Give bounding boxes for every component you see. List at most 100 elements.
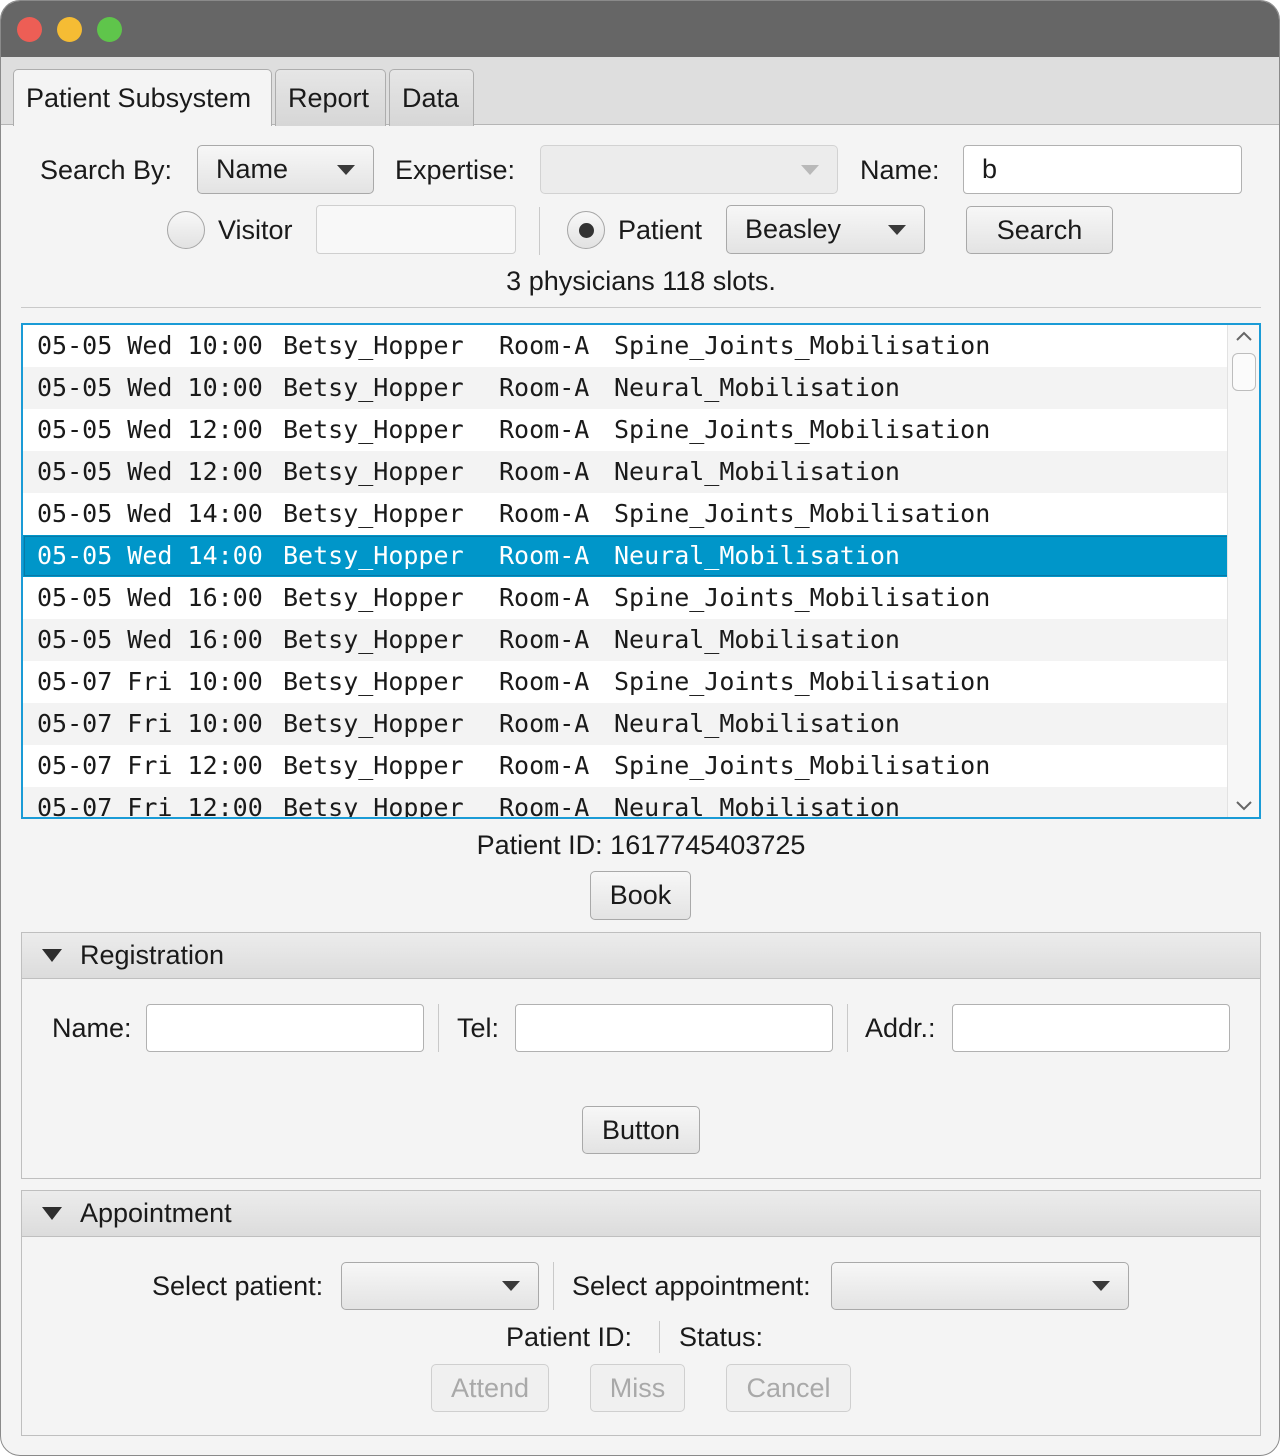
miss-button[interactable]: Miss	[590, 1364, 685, 1412]
select-appointment-dropdown[interactable]	[831, 1262, 1129, 1310]
list-item[interactable]: 05-05 Wed 16:00 Betsy_Hopper Room-A Spine_J…	[23, 577, 1229, 619]
list-item[interactable]: 05-05 Wed 12:00 Betsy_Hopper Room-A Spine_J…	[23, 409, 1229, 451]
list-item[interactable]: 05-05 Wed 14:00 Betsy_Hopper Room-A Spine_J…	[23, 493, 1229, 535]
appointment-patient-id-label: Patient ID:	[506, 1322, 633, 1352]
tab-data[interactable]: Data	[389, 69, 474, 126]
tab-label: Patient Subsystem	[26, 82, 252, 113]
registration-tel-input[interactable]	[515, 1004, 833, 1052]
slot-room: Room-A	[499, 331, 590, 360]
slot-time: 05-07 Fri 10:00	[37, 709, 263, 738]
list-item[interactable]: 05-05 Wed 12:00 Betsy_Hopper Room-A Neural_…	[23, 451, 1229, 493]
tab-report[interactable]: Report	[275, 69, 386, 126]
app-window: Patient Subsystem Report Data Search By:…	[0, 0, 1280, 1456]
patient-select-value: Beasley	[745, 214, 842, 244]
appointment-title: Appointment	[80, 1198, 232, 1228]
slot-room: Room-A	[499, 751, 590, 780]
select-patient-label: Select patient:	[152, 1271, 324, 1301]
minimize-window-button[interactable]	[57, 17, 82, 42]
search-by-label: Search By:	[40, 155, 173, 185]
visitor-input[interactable]	[316, 205, 516, 254]
scroll-down-arrow-icon[interactable]	[1234, 795, 1254, 815]
slot-treatment: Neural_Mobilisation	[614, 625, 900, 654]
patient-select[interactable]: Beasley	[726, 205, 925, 254]
patient-radio[interactable]	[567, 211, 605, 249]
slot-room: Room-A	[499, 457, 590, 486]
cancel-button[interactable]: Cancel	[726, 1364, 851, 1412]
slot-physician: Betsy_Hopper	[283, 583, 464, 612]
title-bar	[1, 1, 1279, 57]
list-item[interactable]: 05-05 Wed 16:00 Betsy_Hopper Room-A Neural_…	[23, 619, 1229, 661]
chevron-down-icon	[337, 164, 355, 175]
close-window-button[interactable]	[17, 17, 42, 42]
registration-header[interactable]: Registration	[22, 933, 1260, 979]
slot-treatment: Spine_Joints_Mobilisation	[614, 751, 991, 780]
name-search-value: b	[982, 154, 998, 184]
slot-treatment: Spine_Joints_Mobilisation	[614, 583, 991, 612]
slot-physician: Betsy_Hopper	[283, 667, 464, 696]
scroll-thumb[interactable]	[1232, 353, 1256, 391]
tab-label: Data	[402, 82, 460, 113]
appointment-header[interactable]: Appointment	[22, 1191, 1260, 1237]
slot-treatment: Spine_Joints_Mobilisation	[614, 667, 991, 696]
registration-addr-input[interactable]	[952, 1004, 1230, 1052]
patient-label: Patient	[618, 215, 703, 245]
tab-patient-subsystem[interactable]: Patient Subsystem	[13, 69, 272, 126]
slot-time: 05-05 Wed 10:00	[37, 331, 263, 360]
slot-room: Room-A	[499, 373, 590, 402]
slot-room: Room-A	[499, 793, 590, 819]
cancel-button-label: Cancel	[746, 1372, 831, 1403]
slot-treatment: Neural_Mobilisation	[614, 373, 900, 402]
registration-submit-button[interactable]: Button	[582, 1106, 700, 1154]
divider	[21, 307, 1261, 308]
registration-name-input[interactable]	[146, 1004, 424, 1052]
list-item[interactable]: 05-05 Wed 10:00 Betsy_Hopper Room-A Neural_…	[23, 367, 1229, 409]
list-scrollbar[interactable]	[1227, 325, 1259, 817]
list-item[interactable]: 05-05 Wed 14:00 Betsy_Hopper Room-A Neural_…	[23, 535, 1229, 577]
chevron-down-icon	[888, 224, 906, 235]
list-item[interactable]: 05-05 Wed 10:00 Betsy_Hopper Room-A Spine_J…	[23, 325, 1229, 367]
search-status-text: 3 physicians 118 slots.	[506, 266, 776, 296]
slot-room: Room-A	[499, 499, 590, 528]
tab-label: Report	[288, 82, 370, 113]
book-button-label: Book	[609, 880, 672, 910]
slot-treatment: Neural_Mobilisation	[614, 457, 900, 486]
list-item[interactable]: 05-07 Fri 12:00 Betsy_Hopper Room-A Neural_…	[23, 787, 1229, 819]
search-by-select[interactable]: Name	[197, 145, 374, 194]
expertise-label: Expertise:	[395, 155, 516, 185]
select-patient-dropdown[interactable]	[341, 1262, 539, 1310]
chevron-down-icon	[502, 1281, 520, 1291]
list-item[interactable]: 05-07 Fri 10:00 Betsy_Hopper Room-A Neural_…	[23, 703, 1229, 745]
list-item[interactable]: 05-07 Fri 10:00 Betsy_Hopper Room-A Spine_J…	[23, 661, 1229, 703]
name-label: Name:	[860, 155, 940, 185]
search-button[interactable]: Search	[966, 206, 1113, 254]
slot-list[interactable]: 05-05 Wed 10:00 Betsy_Hopper Room-A Spine_J…	[21, 323, 1261, 819]
slot-room: Room-A	[499, 415, 590, 444]
scroll-up-arrow-icon[interactable]	[1234, 327, 1254, 347]
expertise-select[interactable]	[540, 145, 838, 194]
visitor-label: Visitor	[218, 215, 293, 245]
slot-time: 05-05 Wed 14:00	[37, 541, 263, 570]
name-search-input[interactable]: b	[963, 145, 1242, 194]
slot-treatment: Spine_Joints_Mobilisation	[614, 499, 991, 528]
separator	[847, 1004, 848, 1052]
slot-physician: Betsy_Hopper	[283, 625, 464, 654]
visitor-radio[interactable]	[167, 211, 205, 249]
tab-strip: Patient Subsystem Report Data	[1, 57, 1279, 126]
zoom-window-button[interactable]	[97, 17, 122, 42]
book-button[interactable]: Book	[590, 871, 691, 920]
registration-name-label: Name:	[52, 1013, 132, 1043]
slot-time: 05-05 Wed 16:00	[37, 625, 263, 654]
list-item[interactable]: 05-07 Fri 12:00 Betsy_Hopper Room-A Spine_J…	[23, 745, 1229, 787]
slot-rows: 05-05 Wed 10:00 Betsy_Hopper Room-A Spine_J…	[23, 325, 1229, 819]
slot-physician: Betsy_Hopper	[283, 541, 464, 570]
slot-physician: Betsy_Hopper	[283, 499, 464, 528]
slot-time: 05-05 Wed 12:00	[37, 457, 263, 486]
separator	[659, 1321, 660, 1353]
registration-button-label: Button	[601, 1114, 681, 1145]
radio-selected-dot	[579, 223, 594, 238]
attend-button[interactable]: Attend	[431, 1364, 549, 1412]
slot-time: 05-05 Wed 14:00	[37, 499, 263, 528]
registration-title: Registration	[80, 940, 225, 970]
collapse-triangle-icon	[42, 949, 62, 962]
chevron-down-icon	[801, 164, 819, 175]
